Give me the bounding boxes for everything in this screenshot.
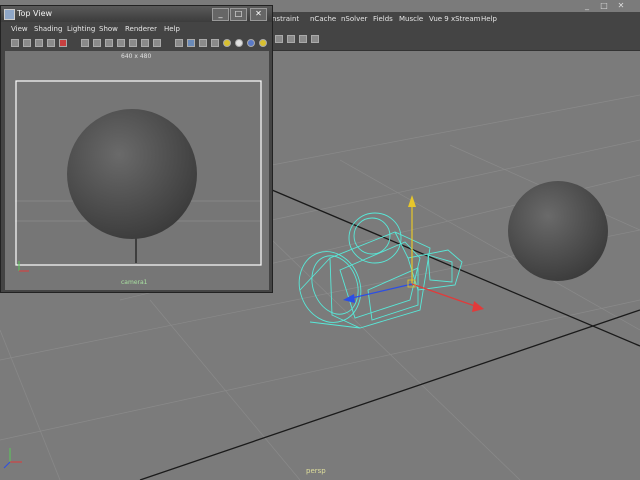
- main-close-button[interactable]: ✕: [614, 0, 628, 12]
- top-view-window[interactable]: Top View _ □ ✕ View Shading Lighting Sho…: [0, 5, 273, 293]
- viewport-camera-label: persp: [306, 467, 326, 475]
- top-view-menubar: View Shading Lighting Show Renderer Help: [1, 23, 272, 37]
- menu-muscle[interactable]: Muscle: [399, 15, 423, 23]
- menu-lighting[interactable]: Lighting: [67, 25, 95, 33]
- toolbar-isolate-icon[interactable]: [287, 35, 295, 43]
- field-chart-icon[interactable]: [129, 39, 137, 47]
- menu-help[interactable]: Help: [481, 15, 497, 23]
- menu-constraint[interactable]: nstraint: [272, 15, 299, 23]
- menu-ncache[interactable]: nCache: [310, 15, 336, 23]
- top-view-close-button[interactable]: ✕: [250, 8, 267, 21]
- shadows-icon[interactable]: [235, 39, 243, 47]
- menu-help[interactable]: Help: [164, 25, 180, 33]
- use-lights-icon[interactable]: [223, 39, 231, 47]
- high-quality-icon[interactable]: [247, 39, 255, 47]
- top-view-title: Top View: [17, 9, 53, 18]
- sphere-object[interactable]: [67, 109, 197, 239]
- main-viewport-toolbar: [272, 28, 640, 51]
- record-icon[interactable]: [59, 39, 67, 47]
- safe-title-icon[interactable]: [153, 39, 161, 47]
- top-view-viewport[interactable]: 640 x 480 camera1: [5, 51, 269, 290]
- camera-attributes-icon[interactable]: [23, 39, 31, 47]
- top-view-maximize-button[interactable]: □: [230, 8, 247, 21]
- bookmark-icon[interactable]: [35, 39, 43, 47]
- menu-fields[interactable]: Fields: [373, 15, 393, 23]
- top-view-minimize-button[interactable]: _: [212, 8, 229, 21]
- sphere-object[interactable]: [508, 181, 608, 281]
- toolbar-display-icon[interactable]: [275, 35, 283, 43]
- film-gate-icon[interactable]: [93, 39, 101, 47]
- wireframe-icon[interactable]: [175, 39, 183, 47]
- toolbar-xray-icon[interactable]: [299, 35, 307, 43]
- menu-view[interactable]: View: [11, 25, 28, 33]
- wireframe-on-shaded-icon[interactable]: [199, 39, 207, 47]
- menu-vue-xstream[interactable]: Vue 9 xStream: [429, 15, 480, 23]
- viewport-camera-label: camera1: [121, 279, 148, 286]
- main-minimize-button[interactable]: _: [580, 0, 594, 12]
- top-view-titlebar[interactable]: Top View _ □ ✕: [1, 6, 272, 22]
- window-app-icon: [4, 9, 15, 20]
- top-view-toolbar: [1, 37, 272, 50]
- grid-icon[interactable]: [81, 39, 89, 47]
- gate-mask-icon[interactable]: [117, 39, 125, 47]
- resolution-gate-icon[interactable]: [105, 39, 113, 47]
- menu-renderer[interactable]: Renderer: [125, 25, 157, 33]
- menu-show[interactable]: Show: [99, 25, 118, 33]
- smooth-shade-icon[interactable]: [187, 39, 195, 47]
- select-camera-icon[interactable]: [11, 39, 19, 47]
- xray-icon[interactable]: [259, 39, 267, 47]
- menu-shading[interactable]: Shading: [34, 25, 62, 33]
- textured-icon[interactable]: [211, 39, 219, 47]
- menu-nsolver[interactable]: nSolver: [341, 15, 367, 23]
- safe-action-icon[interactable]: [141, 39, 149, 47]
- toolbar-wireframe-icon[interactable]: [311, 35, 319, 43]
- resolution-label: 640 x 480: [121, 53, 152, 60]
- view-axis-gizmo: [18, 261, 29, 272]
- image-plane-icon[interactable]: [47, 39, 55, 47]
- main-maximize-button[interactable]: □: [597, 0, 611, 12]
